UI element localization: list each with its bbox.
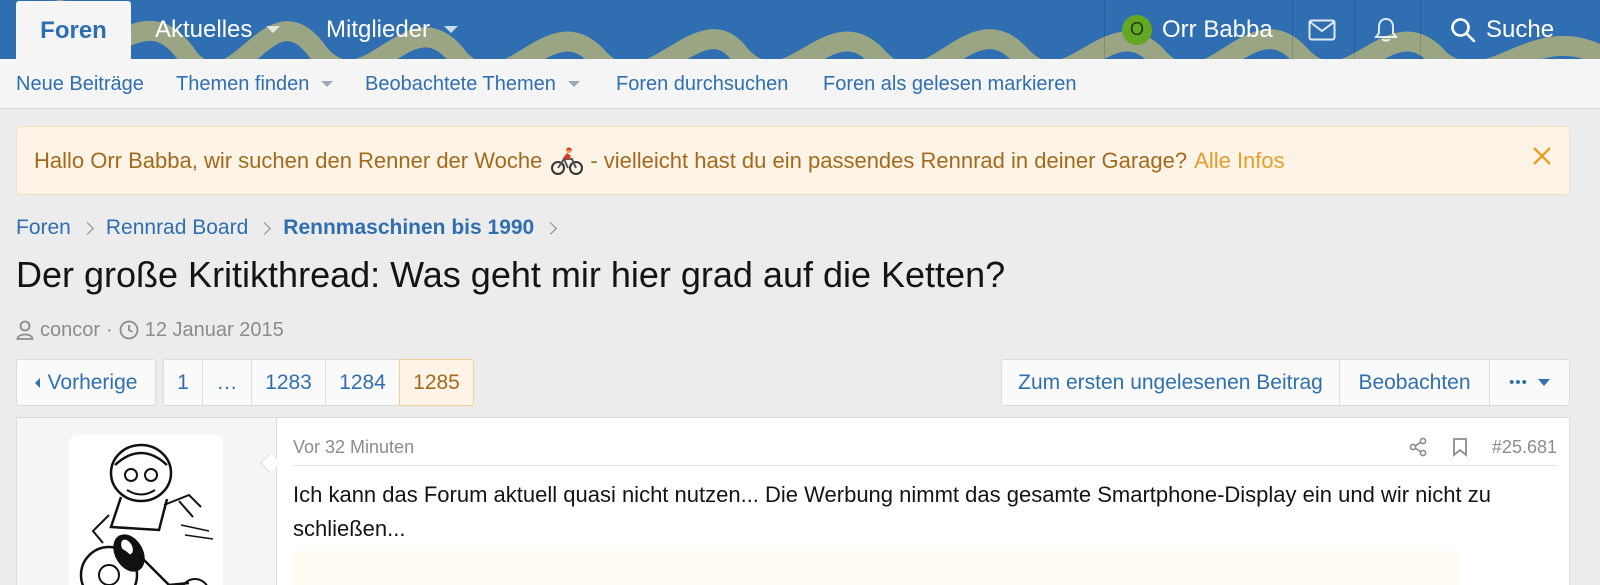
ad-placeholder <box>292 551 1458 585</box>
watch-button[interactable]: Beobachten <box>1339 359 1490 406</box>
envelope-icon <box>1308 19 1336 40</box>
breadcrumb: Foren Rennrad Board Rennmaschinen bis 19… <box>16 211 569 245</box>
page-label: 1285 <box>413 370 460 394</box>
inbox-button[interactable] <box>1308 0 1336 59</box>
prev-page-button[interactable]: Vorherige <box>16 359 156 406</box>
tab-foren[interactable]: Foren <box>16 1 131 59</box>
page-jump-button[interactable]: … <box>202 359 252 406</box>
current-page-button[interactable]: 1285 <box>399 359 474 406</box>
breadcrumb-item-rennmaschinen[interactable]: Rennmaschinen bis 1990 <box>283 216 534 240</box>
post-avatar[interactable] <box>69 435 223 585</box>
more-options-label: ••• <box>1509 374 1528 391</box>
chevron-right-icon <box>258 221 272 235</box>
first-unread-label: Zum ersten ungelesenen Beitrag <box>1018 370 1323 394</box>
avatar: O <box>1122 14 1152 45</box>
thread-meta: concor · 12 Januar 2015 <box>16 315 284 345</box>
subnav-search-forums[interactable]: Foren durchsuchen <box>616 59 788 109</box>
user-icon <box>16 320 34 340</box>
notice-banner: Hallo Orr Babba, wir suchen den Renner d… <box>16 126 1570 195</box>
meta-separator: · <box>106 318 113 341</box>
nav-divider <box>1420 0 1421 59</box>
chevron-right-icon <box>544 221 558 235</box>
thread-date: 12 Januar 2015 <box>144 318 284 341</box>
post-user-sidebar <box>17 418 277 585</box>
page-label: … <box>216 370 238 394</box>
sub-navigation: Neue Beiträge Themen finden Beobachtete … <box>0 59 1600 109</box>
share-icon[interactable] <box>1408 437 1428 457</box>
subnav-watched-threads[interactable]: Beobachtete Themen <box>365 59 580 109</box>
user-name: Orr Babba <box>1162 15 1273 43</box>
breadcrumb-item-rennrad-board[interactable]: Rennrad Board <box>106 216 248 240</box>
subnav-find-threads[interactable]: Themen finden <box>176 59 334 109</box>
page-label: 1284 <box>339 370 386 394</box>
notice-link[interactable]: Alle Infos <box>1194 148 1285 174</box>
notice-text: Hallo Orr Babba, wir suchen den Renner d… <box>34 127 1285 194</box>
subnav-new-posts-label: Neue Beiträge <box>16 72 144 95</box>
top-navigation: Foren Aktuelles Mitglieder O Orr Babba S… <box>0 0 1600 59</box>
prev-page-label: Vorherige <box>47 370 138 394</box>
close-icon[interactable] <box>1531 145 1553 167</box>
thread-author[interactable]: concor <box>40 319 100 342</box>
search-label: Suche <box>1486 15 1555 43</box>
breadcrumb-item-foren[interactable]: Foren <box>16 216 71 240</box>
chevron-down-icon <box>321 81 334 87</box>
first-unread-button[interactable]: Zum ersten ungelesenen Beitrag <box>1001 359 1340 406</box>
subnav-find-threads-label: Themen finden <box>176 72 310 95</box>
chevron-left-icon <box>34 377 40 388</box>
post-header-actions: #25.681 <box>1408 428 1557 466</box>
tab-foren-label: Foren <box>40 16 107 44</box>
more-options-button[interactable]: ••• <box>1489 359 1570 406</box>
tab-aktuelles[interactable]: Aktuelles <box>155 0 281 59</box>
subnav-mark-read-label: Foren als gelesen markieren <box>823 72 1077 95</box>
tab-aktuelles-label: Aktuelles <box>155 15 253 43</box>
chevron-down-icon <box>266 26 281 33</box>
chevron-down-icon <box>444 26 459 33</box>
page-label: 1283 <box>265 370 312 394</box>
user-menu[interactable]: O Orr Babba <box>1122 0 1273 59</box>
chevron-down-icon <box>567 81 580 87</box>
clock-icon <box>119 320 139 340</box>
page-button[interactable]: 1 <box>163 359 203 406</box>
post-header: Vor 32 Minuten #25.681 <box>293 428 1557 466</box>
watch-label: Beobachten <box>1358 370 1471 394</box>
bookmark-icon[interactable] <box>1452 437 1468 457</box>
subnav-new-posts[interactable]: Neue Beiträge <box>16 59 144 109</box>
tab-mitglieder[interactable]: Mitglieder <box>326 0 459 59</box>
bell-icon <box>1374 17 1398 41</box>
subnav-search-forums-label: Foren durchsuchen <box>616 72 789 95</box>
page-button[interactable]: 1283 <box>251 359 326 406</box>
subnav-mark-read[interactable]: Foren als gelesen markieren <box>823 59 1076 109</box>
notice-text-before: Hallo Orr Babba, wir suchen den Renner d… <box>34 147 543 173</box>
nav-divider <box>1104 0 1105 59</box>
alerts-button[interactable] <box>1374 0 1398 59</box>
page-label: 1 <box>177 370 189 394</box>
search-button[interactable]: Suche <box>1450 0 1554 59</box>
nav-divider <box>1354 0 1355 59</box>
page-button[interactable]: 1284 <box>325 359 400 406</box>
tab-mitglieder-label: Mitglieder <box>326 15 431 43</box>
post-time[interactable]: Vor 32 Minuten <box>293 428 414 466</box>
cyclist-icon <box>551 146 584 175</box>
page-title: Der große Kritikthread: Was geht mir hie… <box>16 254 1006 295</box>
chevron-right-icon <box>80 221 94 235</box>
cartoon-avatar-image <box>79 443 214 585</box>
chevron-down-icon <box>1537 379 1550 386</box>
post-number[interactable]: #25.681 <box>1492 437 1557 458</box>
nav-divider <box>1292 0 1293 59</box>
post-message: Ich kann das Forum aktuell quasi nicht n… <box>293 482 1491 541</box>
subnav-watched-threads-label: Beobachtete Themen <box>365 72 556 95</box>
notice-text-after: - vielleicht hast du ein passendes Rennr… <box>590 147 1188 173</box>
search-icon <box>1451 17 1476 42</box>
